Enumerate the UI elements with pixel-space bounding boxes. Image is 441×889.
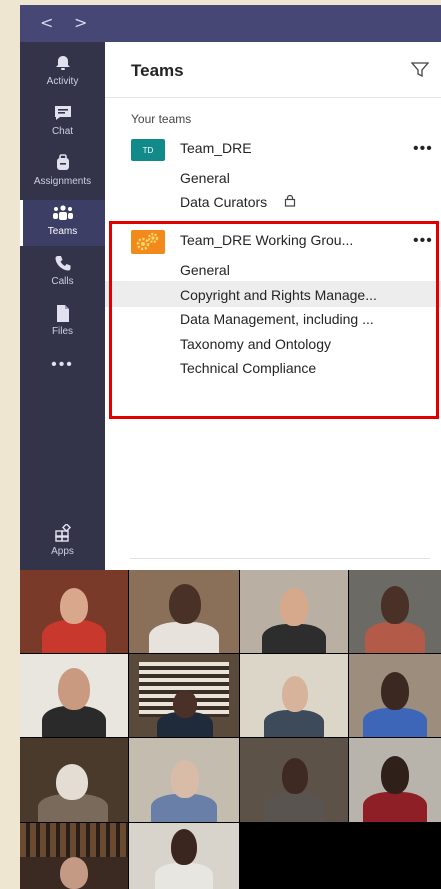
backpack-icon xyxy=(20,152,105,174)
lock-icon xyxy=(284,194,296,212)
chevron-left-icon[interactable]: < xyxy=(40,13,53,32)
teams-icon xyxy=(20,202,105,224)
rail-item-files[interactable]: Files xyxy=(20,300,105,346)
team-avatar: TD xyxy=(131,139,165,161)
chevron-right-icon[interactable]: > xyxy=(74,13,87,32)
rail-label: Teams xyxy=(47,226,78,237)
rail-item-apps[interactable]: Apps xyxy=(20,520,105,566)
rail-item-chat[interactable]: Chat xyxy=(20,100,105,146)
page-title: Teams xyxy=(131,61,184,80)
rail-label: Assignments xyxy=(33,176,92,187)
video-tile xyxy=(20,570,128,653)
video-tile xyxy=(240,654,348,737)
video-tile xyxy=(129,738,239,822)
rail-item-calls[interactable]: Calls xyxy=(20,250,105,296)
section-label-your-teams: Your teams xyxy=(131,112,192,126)
video-tile xyxy=(20,654,128,737)
rail-item-more[interactable]: ••• xyxy=(20,348,105,394)
file-icon xyxy=(20,302,105,324)
video-tile xyxy=(349,738,441,822)
rail-label: Calls xyxy=(51,276,74,287)
more-options-icon[interactable]: ••• xyxy=(413,140,433,158)
rail-label: Files xyxy=(51,326,74,337)
rail-item-activity[interactable]: Activity xyxy=(20,50,105,96)
rail-item-teams[interactable]: Teams xyxy=(20,200,105,246)
video-tile xyxy=(129,823,239,889)
title-bar: < > xyxy=(20,5,441,42)
more-apps-icon: ••• xyxy=(51,356,74,373)
video-tile xyxy=(240,738,348,822)
video-tile xyxy=(349,654,441,737)
video-tile xyxy=(129,570,239,653)
rail-item-assignments[interactable]: Assignments xyxy=(20,150,105,196)
highlight-annotation-box xyxy=(109,221,439,419)
channel-item[interactable]: General xyxy=(180,170,230,186)
video-tile xyxy=(20,738,128,822)
team-name[interactable]: Team_DRE xyxy=(180,140,252,156)
divider xyxy=(130,558,430,559)
app-bar: Activity Chat Assignments Teams Calls Fi… xyxy=(20,42,105,570)
video-call-grid xyxy=(20,570,441,889)
filter-icon[interactable] xyxy=(410,62,430,83)
video-tile xyxy=(349,570,441,653)
video-tile xyxy=(129,654,239,737)
chat-icon xyxy=(20,102,105,124)
apps-icon xyxy=(20,522,105,544)
phone-icon xyxy=(20,252,105,274)
video-tile xyxy=(240,570,348,653)
divider xyxy=(105,97,441,98)
bell-icon xyxy=(20,52,105,74)
rail-label: Chat xyxy=(51,126,74,137)
channel-item[interactable]: Data Curators xyxy=(180,194,267,210)
video-tile xyxy=(20,823,128,889)
rail-label: Activity xyxy=(46,76,79,87)
rail-label: Apps xyxy=(51,546,74,557)
